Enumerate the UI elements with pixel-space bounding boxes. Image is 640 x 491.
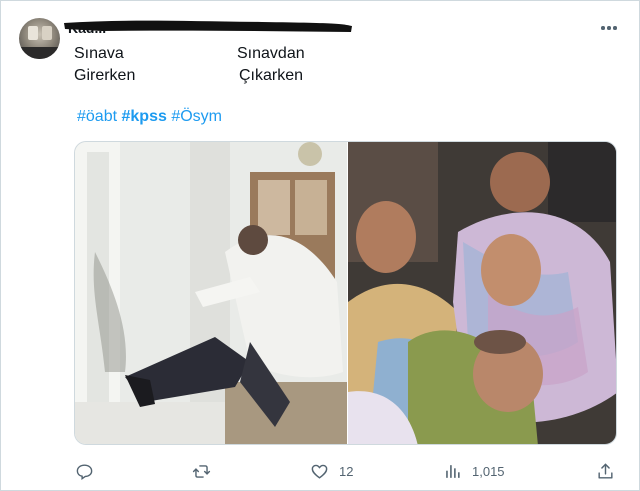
share-button[interactable]	[596, 456, 615, 486]
media-image-left[interactable]	[75, 142, 347, 445]
heart-icon	[311, 464, 328, 479]
media-grid[interactable]	[74, 141, 617, 445]
tweet-text-line: Sınavdan	[237, 45, 305, 62]
hashtag-list: #öabt #kpss #Ösym	[77, 107, 222, 127]
retweet-icon	[192, 464, 211, 478]
tweet-action-bar: 12 1,015	[0, 456, 640, 486]
hashtag-link[interactable]: #kpss	[122, 108, 167, 125]
reply-icon	[76, 463, 93, 480]
hashtag-link[interactable]: #öabt	[77, 108, 117, 125]
retweet-button[interactable]	[192, 456, 221, 486]
media-image-right[interactable]	[348, 142, 617, 445]
like-count: 12	[339, 463, 354, 479]
redaction-mark	[64, 20, 352, 32]
analytics-icon	[446, 464, 460, 478]
more-options-icon[interactable]	[596, 18, 622, 38]
avatar[interactable]	[19, 18, 60, 59]
like-button[interactable]: 12	[310, 456, 353, 486]
view-count: 1,015	[472, 463, 505, 479]
tweet-text-line: Girerken	[74, 67, 136, 84]
tweet-text-line: Sınava	[74, 45, 124, 62]
hashtag-link[interactable]: #Ösym	[171, 108, 222, 125]
views-button[interactable]: 1,015	[443, 456, 505, 486]
tweet-text-line: Çıkarken	[239, 67, 304, 84]
share-icon	[598, 463, 613, 479]
reply-button[interactable]	[75, 456, 104, 486]
